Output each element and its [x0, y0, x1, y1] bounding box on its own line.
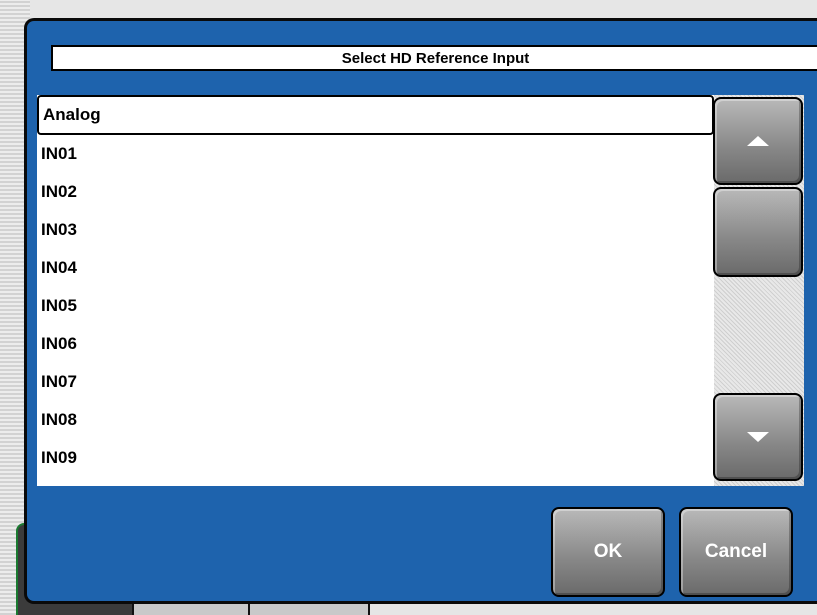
list-item-in07[interactable]: IN07: [37, 363, 714, 401]
select-input-dialog: Select HD Reference Input Analog IN01 IN…: [24, 18, 817, 604]
list-item-in01[interactable]: IN01: [37, 135, 714, 173]
scrollbar-thumb[interactable]: [713, 187, 803, 277]
ok-button-label: OK: [593, 541, 623, 562]
scroll-down-button[interactable]: [713, 393, 803, 481]
input-list[interactable]: Analog IN01 IN02 IN03 IN04 IN05 IN06 IN0…: [37, 95, 714, 486]
list-item-in03[interactable]: IN03: [37, 211, 714, 249]
list-item-in05[interactable]: IN05: [37, 287, 714, 325]
list-item-analog[interactable]: Analog: [37, 95, 714, 135]
ok-button[interactable]: OK: [551, 507, 665, 597]
cancel-button-label: Cancel: [704, 541, 768, 562]
list-item-in08[interactable]: IN08: [37, 401, 714, 439]
dialog-title: Select HD Reference Input: [51, 45, 817, 71]
list-item-in02[interactable]: IN02: [37, 173, 714, 211]
arrow-down-icon: [747, 432, 769, 442]
arrow-up-icon: [747, 136, 769, 146]
list-item-in04[interactable]: IN04: [37, 249, 714, 287]
list-item-in09[interactable]: IN09: [37, 439, 714, 477]
scroll-up-button[interactable]: [713, 97, 803, 185]
cancel-button[interactable]: Cancel: [679, 507, 793, 597]
list-item-in06[interactable]: IN06: [37, 325, 714, 363]
